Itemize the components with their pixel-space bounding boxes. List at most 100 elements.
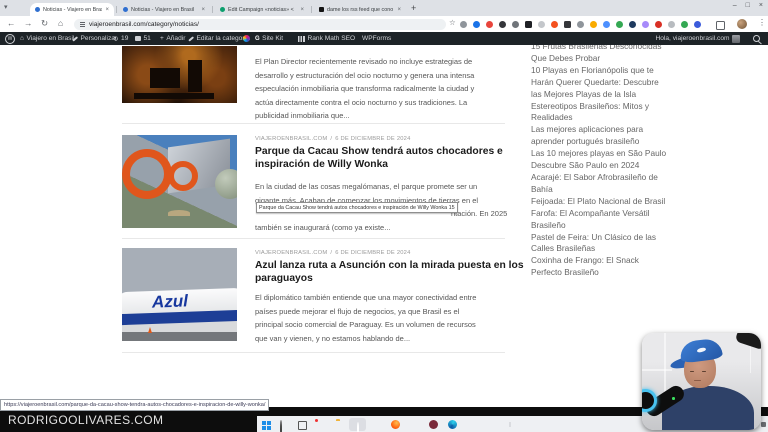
- extension-icon[interactable]: [694, 20, 701, 28]
- sidebar-post-line: Descubre São Paulo en 2024: [531, 160, 640, 171]
- edge-icon[interactable]: [448, 420, 457, 429]
- extension-icon[interactable]: [668, 20, 675, 28]
- article-date: 6 DE DICIEMBRE DE 2024: [335, 250, 411, 256]
- sidebar-post-link[interactable]: 10 Playas en Florianópolis que te Harán …: [531, 65, 699, 101]
- tab-close-icon[interactable]: ×: [105, 7, 109, 13]
- sidebar-post-line: Pastel de Feira: Un Clásico de las: [531, 231, 656, 242]
- sidebar-post-link[interactable]: Estereotipos Brasileños: Mitos y Realida…: [531, 101, 699, 125]
- sidebar-post-link[interactable]: Las mejores aplicaciones para aprender p…: [531, 124, 699, 148]
- tab-close-icon[interactable]: ×: [397, 7, 401, 13]
- admin-rank-math[interactable]: Rank Math SEO: [298, 32, 355, 45]
- maximize-button[interactable]: □: [746, 2, 750, 9]
- back-button[interactable]: ←: [7, 18, 16, 28]
- site-favicon: [319, 7, 324, 12]
- pencil-icon: [188, 35, 194, 42]
- taskbar-search-icon[interactable]: [280, 420, 282, 432]
- tab-edit-campaign[interactable]: Edit Campaign «noticias» < Vi ×: [215, 3, 309, 16]
- tab-chat-rss[interactable]: dame los rss feed que conozc ×: [314, 3, 406, 16]
- extension-icon[interactable]: [577, 20, 584, 28]
- new-tab-button[interactable]: +: [411, 3, 416, 13]
- article-thumbnail-azul-plane[interactable]: Azul: [122, 248, 237, 341]
- tab-search-chevron-icon[interactable]: ▾: [4, 3, 8, 11]
- admin-search[interactable]: [753, 32, 760, 45]
- reload-button[interactable]: ↻: [41, 18, 48, 29]
- plugin-orb-icon: [243, 35, 250, 42]
- sidebar-post-link[interactable]: Descubre São Paulo en 2024: [531, 160, 699, 172]
- extension-icon[interactable]: [512, 20, 519, 28]
- url-text[interactable]: viajeroenbrasil.com/category/noticias/: [89, 21, 199, 28]
- sidebar-post-link[interactable]: Acarajé: El Sabor Afrobrasileño de Bahía: [531, 172, 699, 196]
- audio-app-icon[interactable]: [429, 420, 438, 429]
- article-thumbnail-cacau-park[interactable]: [122, 135, 237, 228]
- wp-logo-menu[interactable]: W: [5, 32, 15, 45]
- sidebar-post-link[interactable]: Feijoada: El Plato Nacional de Brasil: [531, 196, 699, 208]
- extension-icon[interactable]: [642, 20, 649, 28]
- extension-icon[interactable]: [538, 20, 545, 28]
- site-kit-label: Site Kit: [262, 35, 284, 42]
- article-source-link[interactable]: VIAJEROENBRASIL.COM: [255, 136, 327, 142]
- admin-plugin-orb[interactable]: [243, 32, 250, 45]
- tab-noticias-2[interactable]: Noticias - Viajero en Brasil ×: [118, 3, 210, 16]
- article-title-link[interactable]: Azul lanza ruta a Asunción con la mirada…: [255, 260, 524, 286]
- tab-noticias-active[interactable]: Noticias - Viajero en Brasil ×: [30, 3, 114, 16]
- firefox-icon[interactable]: [391, 420, 400, 429]
- admin-site-kit[interactable]: G Site Kit: [255, 32, 283, 45]
- wpforms-label: WPForms: [362, 35, 392, 42]
- admin-add-new[interactable]: + Añadir: [160, 32, 185, 45]
- extension-icon[interactable]: [473, 20, 480, 28]
- browser-menu-icon[interactable]: ⋮: [758, 18, 766, 27]
- webcam-overlay: [642, 333, 761, 430]
- extension-icon[interactable]: [655, 20, 662, 28]
- sidebar-post-link[interactable]: Pastel de Feira: Un Clásico de las Calle…: [531, 232, 699, 256]
- tab-close-icon[interactable]: ×: [201, 7, 205, 13]
- tab-divider: [116, 6, 117, 13]
- minimize-button[interactable]: –: [733, 2, 737, 9]
- add-new-label: Añadir: [166, 35, 186, 42]
- extension-icon[interactable]: [564, 20, 571, 28]
- extension-icon[interactable]: [603, 20, 610, 28]
- extension-icon[interactable]: [629, 20, 636, 28]
- article-thumbnail-nightlife[interactable]: [122, 46, 237, 103]
- sidebar-post-link[interactable]: Las 10 mejores playas en São Paulo: [531, 148, 699, 160]
- home-button[interactable]: ⌂: [58, 18, 63, 28]
- extension-icon[interactable]: [681, 20, 688, 28]
- admin-comments[interactable]: 51: [135, 32, 151, 45]
- excerpt-line: El Plan Director recientemente revisado …: [255, 57, 473, 66]
- extensions-puzzle-icon[interactable]: [716, 20, 725, 30]
- sidebar-post-line: Brasileño: [531, 219, 566, 230]
- extension-icon[interactable]: [616, 20, 623, 28]
- article-divider: [122, 123, 505, 124]
- sidebar-post-link[interactable]: Coxinha de Frango: El Snack Perfecto Bra…: [531, 255, 699, 279]
- bookmark-star-icon[interactable]: ☆: [449, 18, 456, 27]
- article-source-link[interactable]: VIAJEROENBRASIL.COM: [255, 250, 327, 256]
- forward-button[interactable]: →: [24, 18, 33, 28]
- link-tooltip: Parque da Cacau Show tendrá autos chocad…: [256, 202, 458, 213]
- windows-start-icon[interactable]: [262, 421, 266, 425]
- title-line: inspiración de Willy Wonka: [255, 158, 389, 170]
- sidebar-post-line: Las 10 mejores playas en São Paulo: [531, 148, 667, 159]
- admin-wpforms[interactable]: WPForms: [362, 32, 391, 45]
- wp-admin-bar: W ⌂ Viajero en Brasil Personalizar ↻ 19 …: [0, 32, 768, 45]
- admin-account[interactable]: Hola, viajeroenbrasil.com: [655, 32, 740, 45]
- sidebar-post-link[interactable]: Farofa: El Acompañante Versátil Brasileñ…: [531, 208, 699, 232]
- extension-icon[interactable]: [590, 20, 597, 28]
- system-tray-icon[interactable]: [761, 422, 766, 427]
- extension-icon[interactable]: [525, 20, 532, 28]
- address-bar[interactable]: viajeroenbrasil.com/category/noticias/: [74, 18, 446, 30]
- meta-separator: /: [330, 136, 333, 142]
- profile-avatar[interactable]: [737, 19, 747, 29]
- site-info-icon[interactable]: [80, 23, 85, 25]
- extension-icon[interactable]: [486, 20, 493, 28]
- extension-icon[interactable]: [499, 20, 506, 28]
- admin-site-name[interactable]: ⌂ Viajero en Brasil: [20, 32, 74, 45]
- article-title-link[interactable]: Parque da Cacau Show tendrá autos chocad…: [255, 146, 503, 172]
- admin-customize[interactable]: Personalizar: [72, 32, 117, 45]
- task-view-icon[interactable]: [298, 421, 307, 430]
- extension-icon[interactable]: [551, 20, 558, 28]
- extension-icon[interactable]: [460, 20, 467, 28]
- admin-updates[interactable]: ↻ 19: [113, 32, 128, 45]
- tab-close-icon[interactable]: ×: [300, 7, 304, 13]
- close-button[interactable]: ×: [759, 2, 763, 9]
- admin-edit-category[interactable]: Editar la categoría: [188, 32, 250, 45]
- wall-panel-line: [664, 333, 666, 393]
